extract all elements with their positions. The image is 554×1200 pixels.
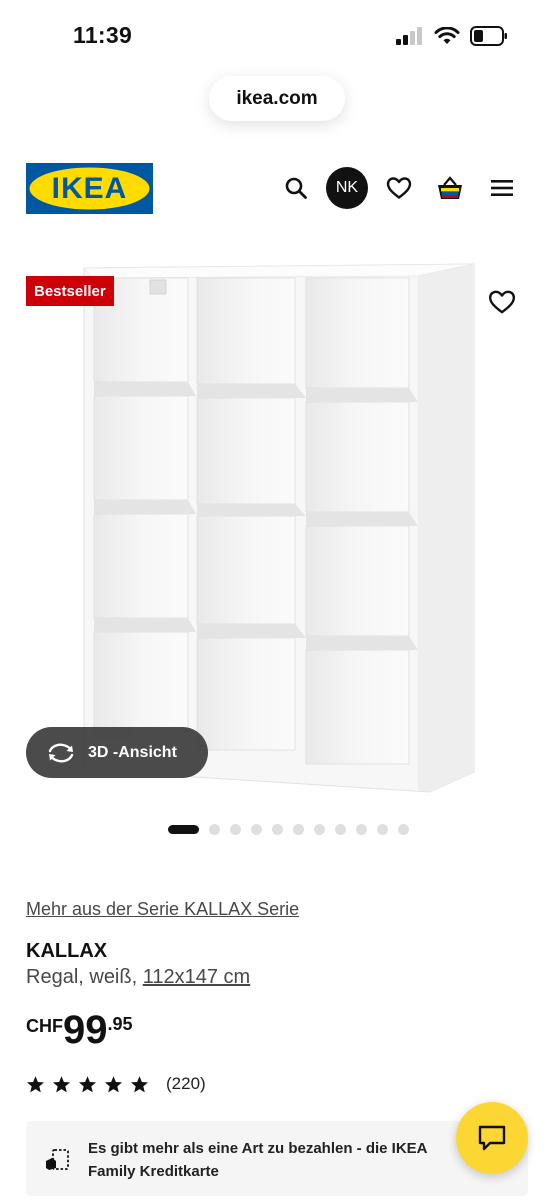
rotate-3d-icon bbox=[48, 743, 74, 762]
chat-bubble-icon bbox=[478, 1125, 506, 1151]
site-header: IKEA NK bbox=[0, 160, 554, 218]
rating-stars bbox=[26, 1075, 156, 1094]
price-decimal: .95 bbox=[107, 1014, 133, 1034]
search-icon[interactable] bbox=[284, 176, 308, 200]
pagination-dot[interactable] bbox=[335, 824, 346, 835]
battery-icon bbox=[470, 26, 507, 46]
gallery-pagination[interactable] bbox=[168, 824, 409, 835]
star-icon bbox=[52, 1075, 71, 1092]
product-name: KALLAX bbox=[26, 940, 108, 962]
favorite-heart-icon[interactable] bbox=[488, 288, 516, 316]
pagination-dot[interactable] bbox=[356, 824, 367, 835]
star-icon bbox=[104, 1075, 123, 1092]
pagination-dot[interactable] bbox=[398, 824, 409, 835]
review-count: (220) bbox=[166, 1074, 206, 1093]
wifi-icon bbox=[434, 26, 460, 44]
card-hand-icon bbox=[46, 1149, 69, 1170]
address-bar[interactable]: ikea.com bbox=[209, 76, 345, 121]
view-3d-button[interactable]: 3D -Ansicht bbox=[26, 727, 208, 778]
account-avatar[interactable]: NK bbox=[326, 167, 368, 209]
status-bar: 11:39 bbox=[0, 0, 554, 70]
product-type: Regal, weiß, bbox=[26, 966, 143, 988]
view-3d-label: 3D -Ansicht bbox=[88, 743, 177, 761]
pagination-dot[interactable] bbox=[314, 824, 325, 835]
chat-button[interactable] bbox=[456, 1102, 528, 1174]
price-integer: 99 bbox=[63, 1008, 108, 1052]
payment-info-text: Es gibt mehr als eine Art zu bezahlen - … bbox=[88, 1140, 427, 1180]
star-icon bbox=[26, 1075, 45, 1092]
heart-icon[interactable] bbox=[386, 176, 412, 200]
pagination-dot[interactable] bbox=[209, 824, 220, 835]
star-icon bbox=[78, 1075, 97, 1092]
pagination-dot[interactable] bbox=[251, 824, 262, 835]
pagination-dot[interactable] bbox=[377, 824, 388, 835]
payment-info-banner[interactable]: Es gibt mehr als eine Art zu bezahlen - … bbox=[26, 1121, 528, 1196]
price-currency: CHF bbox=[26, 1016, 63, 1036]
kallax-shelf-image bbox=[83, 263, 475, 793]
menu-icon[interactable] bbox=[490, 177, 514, 199]
status-time: 11:39 bbox=[73, 22, 133, 48]
product-image-gallery[interactable] bbox=[0, 250, 554, 810]
signal-icon bbox=[396, 27, 422, 45]
pagination-dot[interactable] bbox=[230, 824, 241, 835]
shopping-bag-icon[interactable] bbox=[436, 174, 464, 202]
logo-text: IKEA bbox=[52, 172, 128, 205]
product-rating[interactable]: (220) bbox=[26, 1074, 206, 1094]
pagination-dot[interactable] bbox=[293, 824, 304, 835]
pagination-dot[interactable] bbox=[272, 824, 283, 835]
bestseller-badge: Bestseller bbox=[26, 276, 114, 306]
status-icons bbox=[396, 26, 508, 46]
product-price: CHF 99 .95 bbox=[26, 1010, 133, 1050]
pagination-dot-active[interactable] bbox=[168, 825, 199, 834]
star-icon bbox=[130, 1075, 149, 1092]
series-link[interactable]: Mehr aus der Serie KALLAX Serie bbox=[26, 899, 299, 920]
ikea-logo[interactable]: IKEA bbox=[26, 163, 153, 214]
product-description: Regal, weiß, 112x147 cm bbox=[26, 966, 250, 989]
product-dimensions-link[interactable]: 112x147 cm bbox=[143, 966, 250, 988]
